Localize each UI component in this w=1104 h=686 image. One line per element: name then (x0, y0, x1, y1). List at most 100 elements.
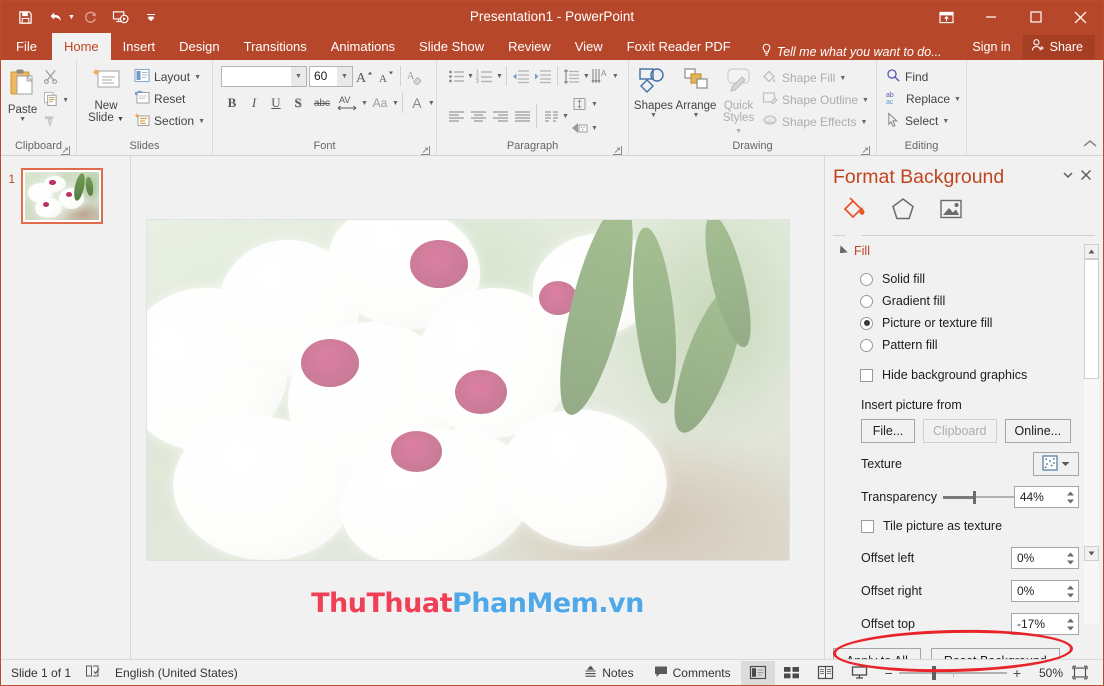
offset-top-spinner[interactable]: -17% (1011, 613, 1079, 635)
layout-button[interactable]: Layout ▼ (131, 66, 208, 88)
pane-scroll-up-button[interactable] (1084, 244, 1099, 259)
shape-fill-button[interactable]: Shape Fill ▼ (759, 67, 872, 89)
texture-dropdown-icon[interactable] (1060, 457, 1071, 471)
thumbnail-row[interactable]: 1 (1, 168, 130, 224)
tab-view[interactable]: View (563, 33, 615, 60)
text-shadow-button[interactable]: S (287, 92, 309, 114)
shape-fill-dropdown-icon[interactable]: ▼ (839, 75, 846, 82)
font-size-dropdown-icon[interactable]: ▼ (337, 67, 352, 86)
line-spacing-dropdown-icon[interactable]: ▼ (583, 73, 590, 80)
zoom-out-button[interactable]: − (885, 665, 893, 681)
font-color-button[interactable]: A (406, 92, 428, 114)
zoom-level-label[interactable]: 50% (1029, 666, 1063, 680)
offset-right-spinner[interactable]: 0% (1011, 580, 1079, 602)
reading-view-button[interactable] (809, 661, 843, 685)
offset-left-spinner-arrows[interactable] (1063, 548, 1078, 568)
tab-insert[interactable]: Insert (111, 33, 168, 60)
collapse-triangle-icon[interactable] (836, 245, 847, 256)
change-case-dropdown-icon[interactable]: ▼ (392, 100, 399, 107)
align-right-button[interactable] (489, 105, 511, 127)
decrease-indent-button[interactable] (510, 65, 532, 87)
tab-design[interactable]: Design (167, 33, 231, 60)
section-button[interactable]: Section ▼ (131, 110, 208, 132)
copy-button[interactable]: ▼ (40, 89, 72, 111)
increase-font-size-button[interactable]: A (353, 65, 375, 87)
shapes-button[interactable]: Shapes ▼ (633, 65, 674, 120)
zoom-slider[interactable]: − + (877, 665, 1029, 681)
option-solid-fill[interactable]: Solid fill (825, 268, 1103, 290)
fit-slide-to-window-button[interactable] (1063, 661, 1097, 685)
align-text-dropdown-icon[interactable]: ▼ (591, 101, 598, 108)
select-dropdown-icon[interactable]: ▼ (942, 118, 949, 125)
shape-outline-button[interactable]: Shape Outline ▼ (759, 89, 872, 111)
shapes-dropdown-icon[interactable]: ▼ (650, 112, 657, 120)
align-center-button[interactable] (467, 105, 489, 127)
option-picture-or-texture-fill[interactable]: Picture or texture fill (825, 312, 1103, 334)
radio-gradient-fill[interactable] (860, 295, 873, 308)
tab-foxit-reader-pdf[interactable]: Foxit Reader PDF (615, 33, 743, 60)
save-icon[interactable] (11, 4, 39, 30)
fill-icon[interactable] (839, 195, 871, 223)
paste-dropdown-icon[interactable]: ▼ (19, 116, 26, 124)
ribbon-display-options-icon[interactable] (924, 1, 968, 33)
tab-home[interactable]: Home (52, 33, 111, 60)
slide-editing-surface[interactable] (147, 220, 789, 560)
hide-background-graphics-row[interactable]: Hide background graphics (825, 364, 1103, 386)
tab-animations[interactable]: Animations (319, 33, 407, 60)
undo-dropdown-icon[interactable]: ▼ (68, 14, 75, 21)
zoom-track[interactable] (899, 672, 1007, 674)
reset-button[interactable]: Reset (131, 88, 208, 110)
arrange-button[interactable]: Arrange ▼ (674, 65, 718, 120)
picture-icon[interactable] (935, 195, 967, 223)
copy-dropdown-icon[interactable]: ▼ (62, 97, 69, 104)
bold-button[interactable]: B (221, 92, 243, 114)
pane-scroll-down-button[interactable] (1084, 546, 1099, 561)
option-pattern-fill[interactable]: Pattern fill (825, 334, 1103, 356)
align-text-button[interactable] (569, 93, 591, 115)
fill-section-header[interactable]: Fill (825, 244, 1103, 258)
close-button[interactable] (1058, 1, 1103, 33)
redo-icon[interactable] (77, 4, 105, 30)
effects-icon[interactable] (887, 195, 919, 223)
strikethrough-button[interactable]: abc (309, 92, 335, 114)
spell-check-icon[interactable] (85, 664, 101, 681)
font-name-dropdown-icon[interactable]: ▼ (291, 67, 306, 86)
font-size-combobox[interactable]: 60 ▼ (309, 66, 353, 87)
new-slide-button[interactable]: New Slide ▼ (81, 65, 131, 126)
pane-options-dropdown-icon[interactable] (1059, 166, 1077, 184)
undo-icon[interactable] (41, 4, 69, 30)
font-color-dropdown-icon[interactable]: ▼ (428, 100, 435, 107)
radio-picture-or-texture-fill[interactable] (860, 317, 873, 330)
texture-picker[interactable] (1033, 452, 1079, 476)
pane-close-icon[interactable] (1077, 166, 1095, 184)
quick-styles-button[interactable]: Quick Styles ▼ (718, 65, 759, 138)
columns-dropdown-icon[interactable]: ▼ (562, 113, 569, 120)
sign-in-button[interactable]: Sign in (960, 40, 1022, 54)
offset-left-spinner[interactable]: 0% (1011, 547, 1079, 569)
tell-me-box[interactable]: Tell me what you want to do... (761, 43, 942, 60)
line-spacing-button[interactable] (561, 65, 583, 87)
offset-right-spinner-arrows[interactable] (1063, 581, 1078, 601)
offset-top-spinner-arrows[interactable] (1063, 614, 1078, 634)
layout-dropdown-icon[interactable]: ▼ (194, 74, 201, 81)
normal-view-button[interactable] (741, 661, 775, 685)
shape-effects-button[interactable]: Shape Effects ▼ (759, 111, 872, 133)
convert-to-smartart-button[interactable] (569, 117, 591, 139)
align-left-button[interactable] (445, 105, 467, 127)
insert-from-file-button[interactable]: File... (861, 419, 915, 443)
change-case-button[interactable]: Aa (368, 92, 392, 114)
underline-button[interactable]: U (265, 92, 287, 114)
tab-slide-show[interactable]: Slide Show (407, 33, 496, 60)
paragraph-dialog-launcher[interactable] (613, 145, 622, 154)
slide-thumbnail-1[interactable] (21, 168, 103, 224)
insert-from-online-button[interactable]: Online... (1005, 419, 1072, 443)
checkbox-tile-picture-as-texture[interactable] (861, 520, 874, 533)
slide-sorter-view-button[interactable] (775, 661, 809, 685)
pane-scroll-thumb[interactable] (1084, 259, 1099, 379)
drawing-dialog-launcher[interactable] (861, 145, 870, 154)
numbering-button[interactable]: 123 (474, 65, 496, 87)
slide-show-button[interactable] (843, 661, 877, 685)
pane-scrollbar[interactable] (1084, 244, 1099, 639)
language-label[interactable]: English (United States) (115, 666, 238, 680)
bullets-button[interactable] (445, 65, 467, 87)
